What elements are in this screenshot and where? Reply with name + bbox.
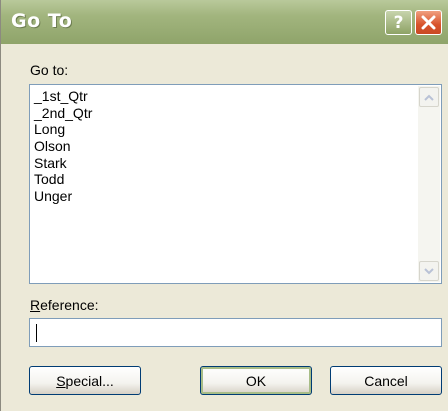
help-button[interactable]: ? [385,10,412,35]
list-item[interactable]: _1st_Qtr [34,88,92,105]
go-to-dialog: Go To ? Go to: _1st_Qtr _2nd_Qtr Long Ol… [0,0,448,411]
list-item[interactable]: Long [34,121,92,138]
chevron-up-icon [424,94,434,101]
list-item[interactable]: Stark [34,155,92,172]
reference-input[interactable] [29,318,442,347]
text-caret [36,324,37,342]
list-item[interactable]: _2nd_Qtr [34,105,92,122]
scroll-down-button[interactable] [419,261,439,281]
chevron-down-icon [424,267,434,274]
list-item[interactable]: Unger [34,188,92,205]
close-button[interactable] [415,10,442,35]
list-item[interactable]: Todd [34,171,92,188]
special-button[interactable]: Special... [29,366,141,395]
special-button-label: pecial... [65,372,114,389]
list-item[interactable]: Olson [34,138,92,155]
dialog-title: Go To [11,10,73,32]
goto-listbox[interactable]: _1st_Qtr _2nd_Qtr Long Olson Stark Todd … [29,84,442,284]
reference-label: Reference: [30,297,99,313]
special-button-accel: S [56,372,66,389]
reference-label-text: eference: [40,297,99,313]
reference-label-accel: R [30,297,41,313]
help-icon: ? [393,12,404,33]
goto-label: Go to: [30,62,69,78]
vertical-scrollbar[interactable] [418,86,440,282]
cancel-button[interactable]: Cancel [330,366,442,395]
title-bar[interactable]: Go To ? [1,0,448,44]
close-icon [421,15,436,30]
cancel-button-label: Cancel [364,372,408,389]
goto-list: _1st_Qtr _2nd_Qtr Long Olson Stark Todd … [34,88,92,205]
scroll-up-button[interactable] [419,87,439,107]
ok-button[interactable]: OK [200,366,312,395]
ok-button-label: OK [245,372,267,389]
